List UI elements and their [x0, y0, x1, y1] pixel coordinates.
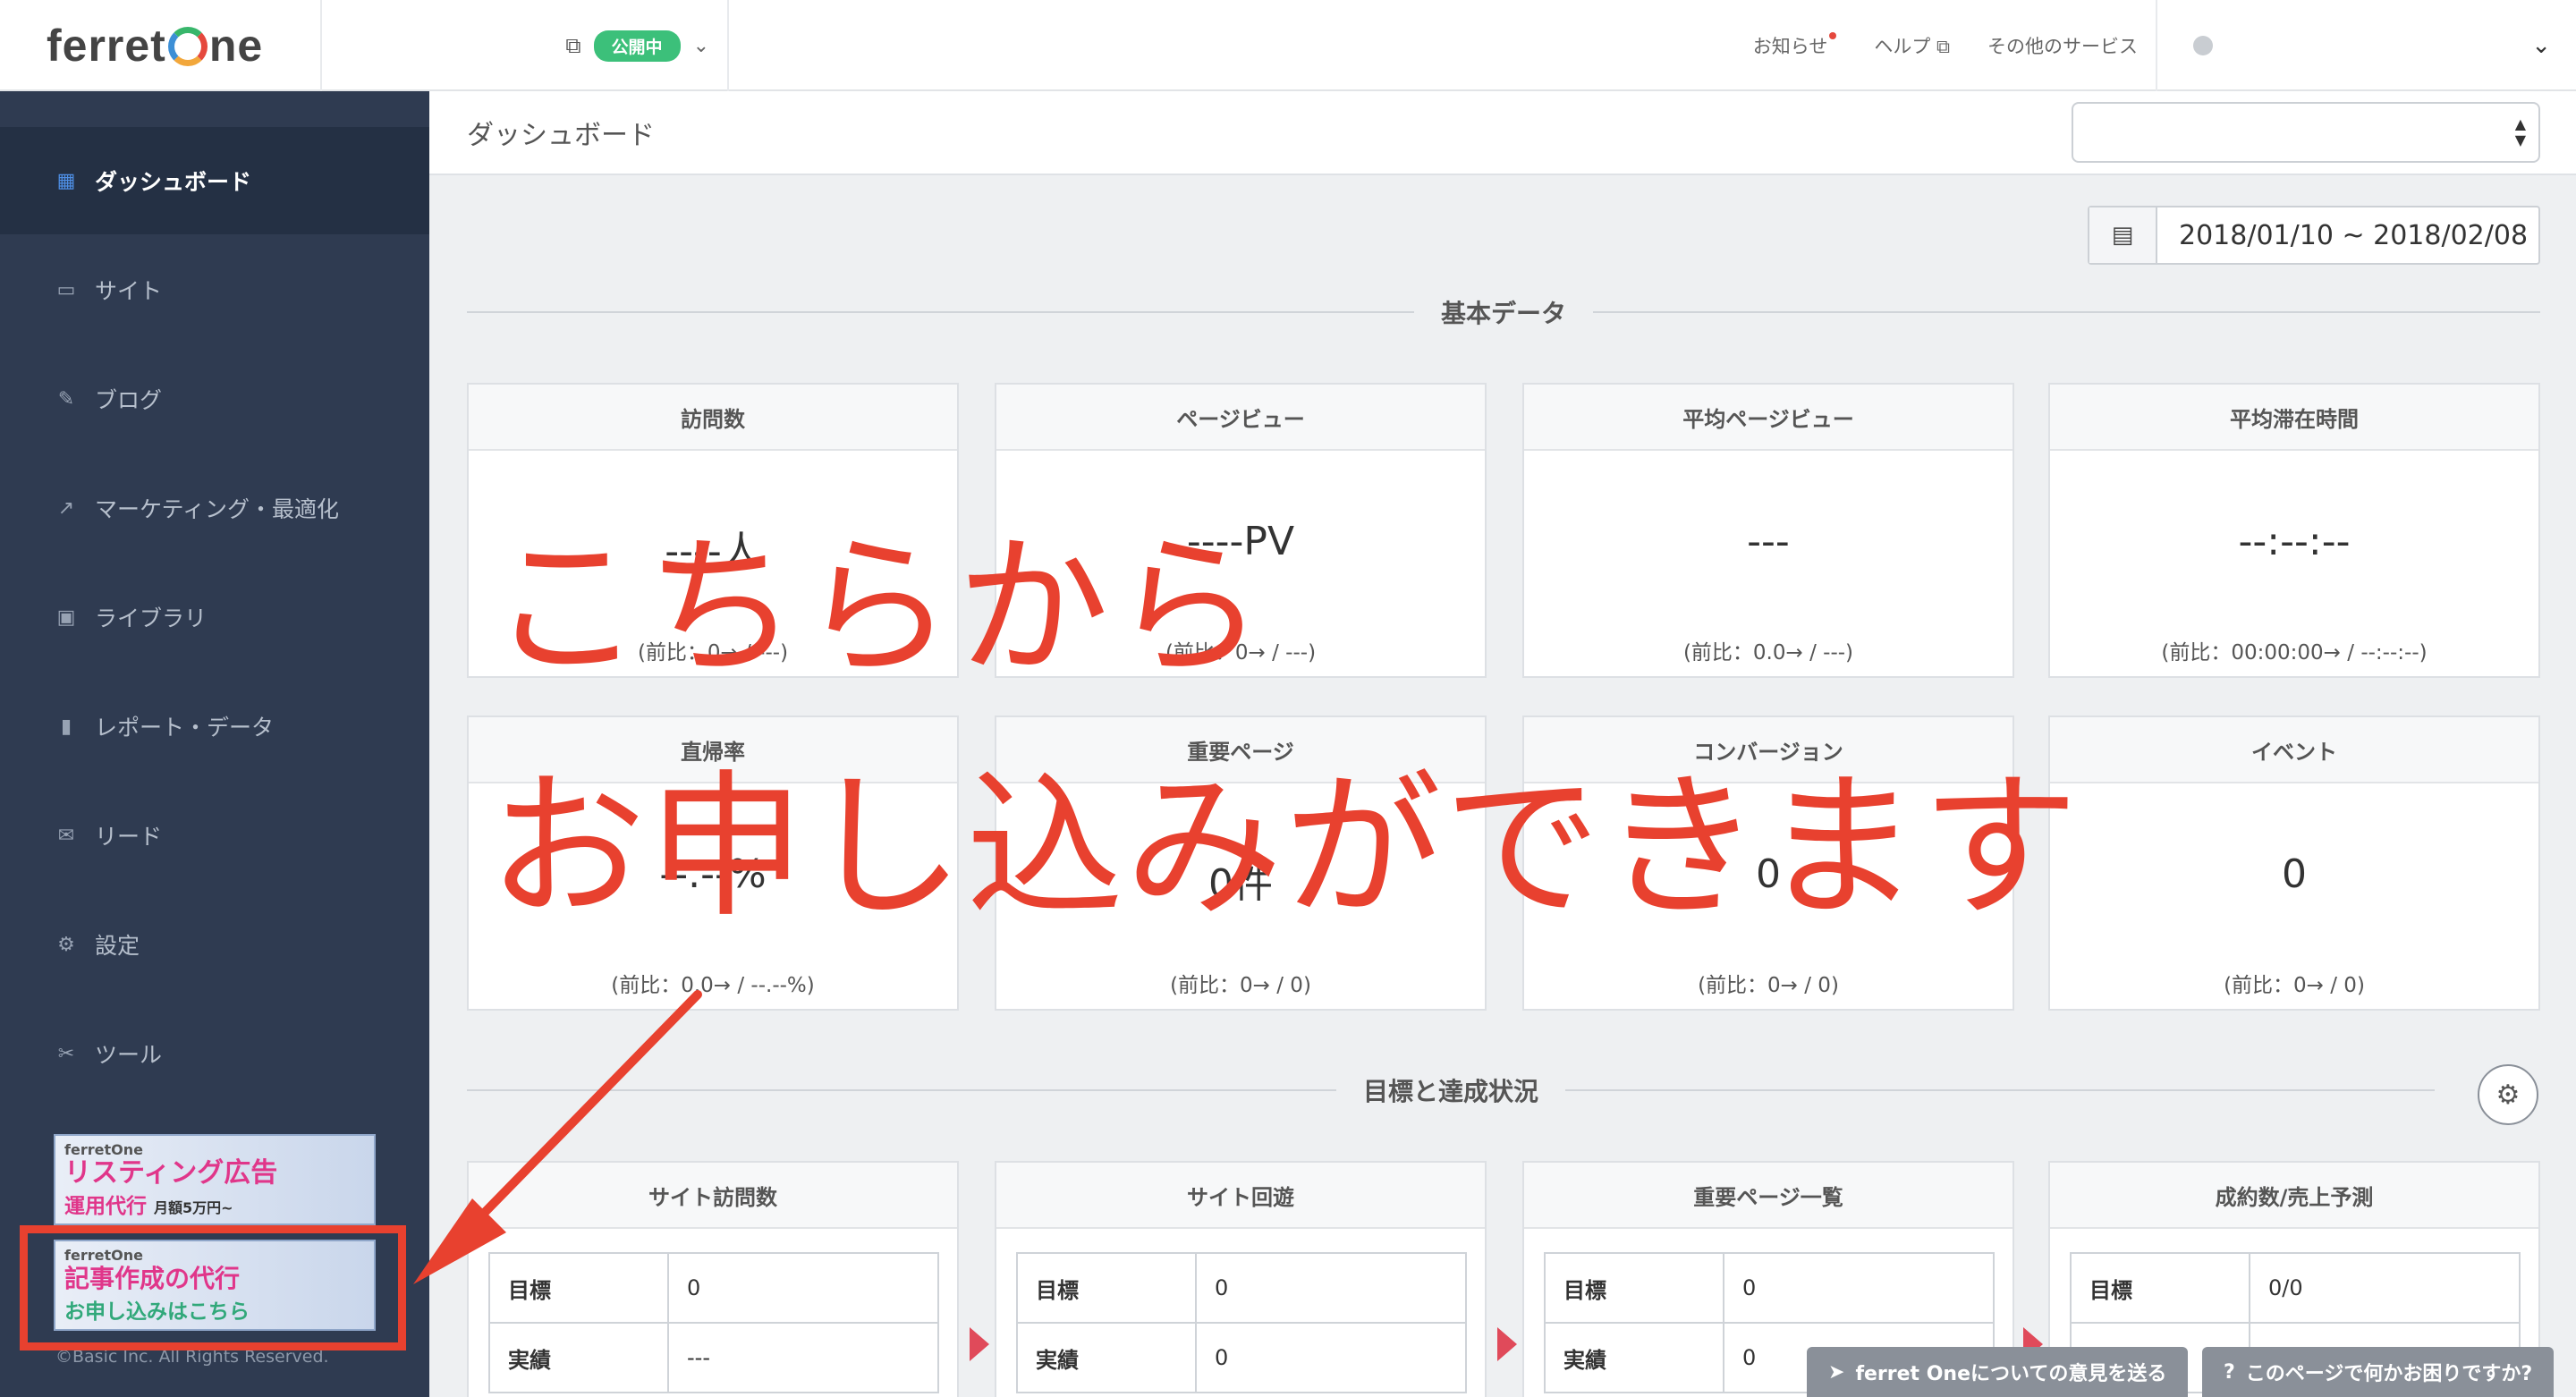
- stat-card-avg-pageviews: 平均ページビュー --- (前比：0.0→ / ---): [1522, 383, 2014, 678]
- site-icon: ▭: [56, 278, 76, 301]
- feedback-button[interactable]: ➤ ferret Oneについての意見を送る: [1807, 1347, 2189, 1397]
- unread-dot: [1829, 32, 1837, 39]
- select-arrows-icon: ▲ ▼: [2514, 115, 2526, 148]
- annotation-line1: こちらから: [490, 520, 1269, 697]
- send-icon: ➤: [1828, 1360, 1845, 1384]
- chevron-down-icon[interactable]: ⌄: [2531, 32, 2551, 59]
- bar-chart-icon: ▮: [60, 715, 72, 738]
- goal-table: 目標 0 実績 0: [1016, 1252, 1467, 1393]
- top-nav: お知らせ ヘルプ ⧉ その他のサービス: [1753, 0, 2138, 91]
- sidebar-item-lead[interactable]: ✉ リード: [0, 782, 429, 889]
- goal-card-site-navigation: サイト回遊 目標 0 実績 0: [995, 1161, 1487, 1397]
- flow-arrow-icon: [970, 1327, 989, 1361]
- goal-table: 目標 0 実績 ---: [488, 1252, 939, 1393]
- pencil-icon: ✎: [57, 387, 75, 411]
- listing-ad-banner[interactable]: ferretOne リスティング広告 運用代行 月額5万円~: [54, 1134, 376, 1225]
- stat-value: --:--:--: [2238, 519, 2351, 564]
- user-menu[interactable]: ⌄: [2156, 0, 2576, 91]
- question-icon: ?: [2224, 1360, 2235, 1384]
- sidebar-item-dashboard[interactable]: ▦ ダッシュボード: [0, 127, 429, 234]
- chevron-down-icon[interactable]: ⌄: [693, 35, 709, 57]
- stat-value: ---: [1747, 519, 1790, 564]
- user-icon: [2193, 36, 2213, 55]
- site-select[interactable]: ▲ ▼: [2072, 102, 2540, 163]
- gear-icon: ⚙: [2496, 1079, 2521, 1111]
- stat-compare: (前比：0→ / 0): [1698, 974, 1839, 997]
- sidebar-item-site[interactable]: ▭ サイト: [0, 236, 429, 343]
- help-link[interactable]: ヘルプ ⧉: [1874, 32, 1950, 59]
- stat-compare: (前比：00:00:00→ / --:--:--): [2161, 641, 2428, 665]
- stat-compare: (前比：0.0→ / ---): [1682, 641, 1854, 665]
- main-header: ダッシュボード ▲ ▼: [429, 91, 2576, 175]
- mail-icon: ✉: [57, 824, 75, 847]
- page-title: ダッシュボード: [467, 120, 655, 151]
- site-status[interactable]: ⧉ 公開中 ⌄: [322, 0, 729, 91]
- date-range-value[interactable]: 2018/01/10 ~ 2018/02/08: [2157, 207, 2538, 263]
- trend-icon: ↗: [57, 496, 75, 520]
- flow-arrow-icon: [1497, 1327, 1517, 1361]
- stat-compare: (前比：0→ / 0): [1170, 974, 1311, 997]
- gear-icon: ⚙: [57, 933, 75, 956]
- sidebar-item-settings[interactable]: ⚙ 設定: [0, 891, 429, 998]
- sidebar-item-report[interactable]: ▮ レポート・データ: [0, 673, 429, 780]
- sidebar-item-marketing[interactable]: ↗ マーケティング・最適化: [0, 454, 429, 562]
- image-icon: ▣: [56, 605, 76, 629]
- external-link-icon[interactable]: ⧉: [565, 33, 580, 58]
- help-button[interactable]: ? このページで何かお困りですか?: [2202, 1347, 2555, 1397]
- other-services-link[interactable]: その他のサービス: [1987, 32, 2138, 59]
- stat-compare: (前比：0→ / 0): [2224, 974, 2365, 997]
- top-header: ferret ne ⧉ 公開中 ⌄ お知らせ ヘルプ ⧉ その他のサービス ⌄: [0, 0, 2576, 91]
- stat-card-avg-time: 平均滞在時間 --:--:-- (前比：00:00:00→ / --:--:--…: [2048, 383, 2540, 678]
- sidebar-item-blog[interactable]: ✎ ブログ: [0, 345, 429, 453]
- section-goals: 目標と達成状況: [467, 1077, 2436, 1106]
- annotation-line2: お申し込みができます: [488, 756, 2081, 939]
- dashboard-icon: ▦: [56, 169, 76, 192]
- stat-value: 0: [2282, 851, 2307, 897]
- calendar-icon[interactable]: ▤: [2089, 207, 2157, 263]
- sidebar-item-tools[interactable]: ✂ ツール: [0, 1000, 429, 1107]
- stat-card-event: イベント 0 (前比：0→ / 0): [2048, 715, 2540, 1011]
- highlight-box: [20, 1225, 406, 1350]
- goal-card-site-visits: サイト訪問数 目標 0 実績 ---: [467, 1161, 959, 1397]
- section-basic-data: 基本データ: [467, 299, 2541, 328]
- sidebar-item-library[interactable]: ▣ ライブラリ: [0, 563, 429, 671]
- logo[interactable]: ferret ne: [0, 0, 322, 91]
- notifications-link[interactable]: お知らせ: [1753, 32, 1837, 59]
- stat-compare: (前比：0.0→ / --.--%): [611, 974, 815, 997]
- goal-settings-button[interactable]: ⚙: [2478, 1064, 2538, 1125]
- date-range-picker[interactable]: ▤ 2018/01/10 ~ 2018/02/08: [2088, 206, 2540, 265]
- wrench-icon: ✂: [57, 1042, 75, 1065]
- status-badge: 公開中: [593, 30, 681, 62]
- sidebar: ▦ ダッシュボード ▭ サイト ✎ ブログ ↗ マーケティング・最適化 ▣ ライ…: [0, 91, 429, 1397]
